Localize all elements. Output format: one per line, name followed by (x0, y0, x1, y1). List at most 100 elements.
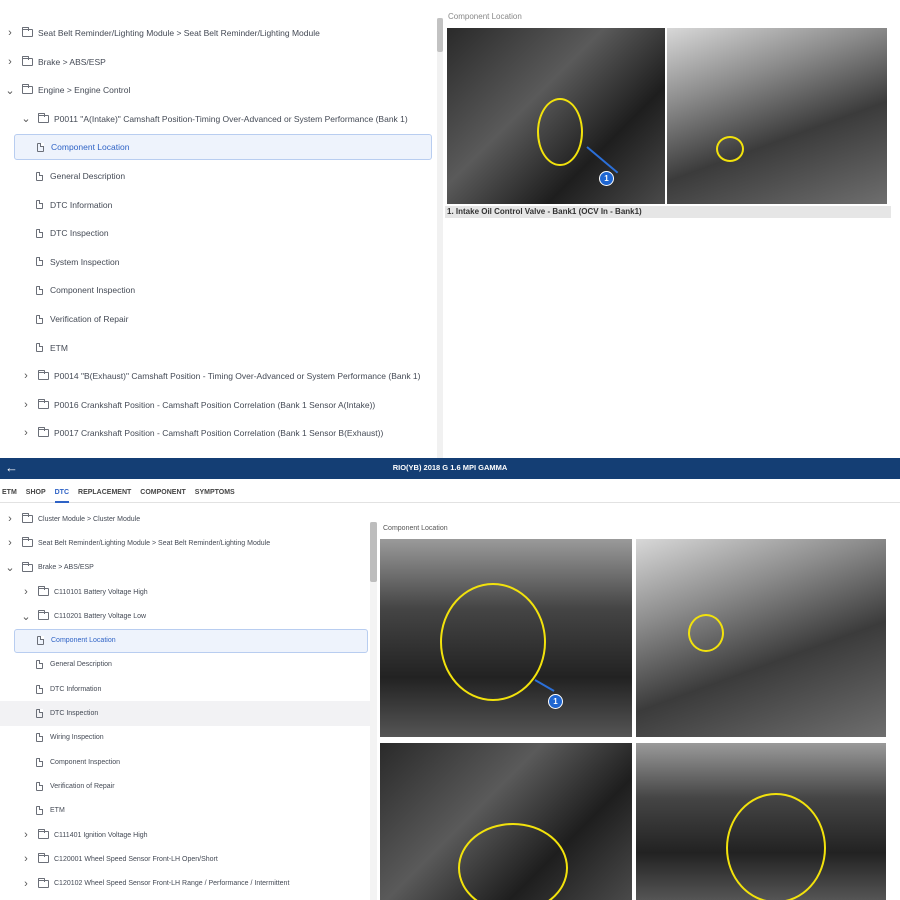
tree-folder-item[interactable]: › C110101 Battery Voltage High (0, 580, 372, 604)
chevron-right-icon[interactable]: › (4, 56, 16, 68)
chevron-right-icon[interactable]: › (20, 878, 32, 890)
tree-folder-item[interactable]: › C120001 Wheel Speed Sensor Front-LH Ope… (0, 847, 372, 871)
tree-folder-item[interactable]: › C111401 Ignition Voltage High (0, 823, 372, 847)
callout-arrow (586, 146, 619, 174)
document-icon (36, 660, 43, 670)
tab-bar: ETM SHOP DTC REPLACEMENT COMPONENT SYMPT… (0, 483, 900, 503)
tree-item-label: Brake > ABS/ESP (38, 564, 94, 572)
chevron-down-icon[interactable]: ⌄ (4, 561, 16, 574)
tree-doc-item[interactable]: Component Inspection (0, 750, 372, 774)
engine-photo-closeup: 1 (447, 28, 665, 204)
tree-item-label: Seat Belt Reminder/Lighting Module > Sea… (38, 28, 320, 38)
folder-icon (38, 853, 49, 864)
tree-doc-item[interactable]: General Description (0, 163, 436, 189)
chevron-right-icon[interactable]: › (20, 586, 32, 598)
folder-icon (38, 398, 49, 409)
document-icon (36, 709, 43, 719)
folder-icon (38, 829, 49, 840)
tree-item-label: DTC Inspection (50, 228, 109, 239)
document-icon (36, 285, 43, 295)
tree-item-label: Brake > ABS/ESP (38, 56, 106, 67)
tree-folder-item[interactable]: › C120102 Wheel Speed Sensor Front-LH Ran… (0, 872, 372, 896)
tree-doc-item[interactable]: Component Location (14, 134, 432, 161)
folder-icon (38, 427, 49, 438)
tree-doc-item[interactable]: Wiring Inspection (0, 726, 372, 750)
figure-caption: 1. Intake Oil Control Valve - Bank1 (OCV… (445, 206, 891, 218)
tree-doc-item[interactable]: Component Inspection (0, 277, 436, 303)
document-icon (36, 684, 43, 694)
tree-folder-item[interactable]: ⌄ C110201 Battery Voltage Low (0, 604, 372, 628)
tree-folder-item[interactable]: › P0017 Crankshaft Position - Camshaft Po… (0, 420, 436, 446)
tab-replacement[interactable]: REPLACEMENT (78, 483, 131, 503)
tree-folder-item[interactable]: ⌄ P0011 "A(Intake)" Camshaft Position-Tim… (0, 106, 436, 132)
tree-doc-item[interactable]: System Inspection (0, 249, 436, 275)
vehicle-title: RIO(YB) 2018 G 1.6 MPI GAMMA (392, 463, 508, 472)
tree-item-label: P0014 "B(Exhaust)" Camshaft Position - T… (54, 371, 421, 382)
tree-folder-item[interactable]: › P0016 Crankshaft Position - Camshaft Po… (0, 392, 436, 418)
folder-icon (22, 537, 33, 548)
tree-doc-item[interactable]: Verification of Repair (0, 774, 372, 798)
battery-photo (380, 743, 632, 900)
document-icon (36, 171, 43, 181)
scrollbar-thumb[interactable] (370, 522, 377, 582)
tree-doc-item[interactable]: ETM (0, 799, 372, 823)
chevron-down-icon[interactable]: ⌄ (20, 610, 32, 623)
chevron-right-icon[interactable]: › (20, 853, 32, 865)
chevron-right-icon[interactable]: › (20, 399, 32, 411)
chevron-right-icon[interactable]: › (4, 27, 16, 39)
highlight-circle (440, 583, 546, 701)
chevron-right-icon[interactable]: › (20, 370, 32, 382)
folder-icon (38, 370, 49, 381)
tree-item-label: Component Inspection (50, 758, 121, 766)
chevron-right-icon[interactable]: › (20, 427, 32, 439)
document-icon (36, 200, 43, 210)
chevron-right-icon[interactable]: › (4, 513, 16, 525)
callout-badge: 1 (599, 171, 614, 186)
folder-icon (22, 513, 33, 524)
tree-doc-item[interactable]: DTC Information (0, 677, 372, 701)
tree-folder-item[interactable]: › Brake > ABS/ESP (0, 49, 436, 75)
tree-item-label: Engine > Engine Control (38, 85, 131, 96)
tree-item-label: DTC Inspection (50, 710, 99, 718)
tree-folder-item[interactable]: › Cluster Module > Cluster Module (0, 507, 372, 531)
highlight-circle (688, 614, 724, 652)
tree-doc-item[interactable]: DTC Inspection (0, 220, 436, 246)
top-content-panel: Component Location 1 1. Intake Oil Contr… (445, 12, 900, 458)
chevron-right-icon[interactable]: › (4, 537, 16, 549)
folder-icon (22, 84, 33, 95)
tab-dtc[interactable]: DTC (54, 483, 70, 503)
tree-folder-item[interactable]: ⌄ Engine > Engine Control (0, 77, 436, 103)
document-icon (36, 343, 43, 353)
bottom-tree-scrollbar[interactable] (370, 522, 377, 900)
bottom-screenshot: ← RIO(YB) 2018 G 1.6 MPI GAMMA ETM SHOP … (0, 458, 900, 900)
tab-etm[interactable]: ETM (2, 483, 17, 503)
scrollbar-thumb[interactable] (437, 18, 443, 52)
tree-item-label: Component Location (51, 637, 116, 645)
folder-icon (22, 55, 33, 66)
tree-item-label: DTC Information (50, 199, 113, 210)
chevron-right-icon[interactable]: › (20, 829, 32, 841)
tree-folder-item[interactable]: › Seat Belt Reminder/Lighting Module > Se… (0, 20, 436, 46)
chevron-down-icon[interactable]: ⌄ (20, 112, 32, 125)
tab-component[interactable]: COMPONENT (140, 483, 186, 503)
tree-item-label: Verification of Repair (50, 314, 129, 324)
tree-doc-item[interactable]: Component Location (14, 628, 368, 653)
tree-doc-item[interactable]: DTC Information (0, 192, 436, 218)
tree-folder-item[interactable]: › P0014 "B(Exhaust)" Camshaft Position - … (0, 363, 436, 389)
top-tree-scrollbar[interactable] (437, 18, 443, 458)
tab-symptoms[interactable]: SYMPTOMS (195, 483, 235, 503)
tree-doc-item[interactable]: Verification of Repair (0, 306, 436, 332)
tree-folder-item[interactable]: ⌄ Brake > ABS/ESP (0, 556, 372, 580)
tree-doc-item[interactable]: General Description (0, 653, 372, 677)
chevron-down-icon[interactable]: ⌄ (4, 84, 16, 97)
document-icon (36, 228, 43, 238)
document-icon (36, 314, 43, 324)
folder-icon (38, 112, 49, 123)
tree-item-label: Cluster Module > Cluster Module (38, 515, 141, 523)
tree-doc-item[interactable]: ETM (0, 335, 436, 361)
tree-doc-item[interactable]: DTC Inspection (0, 701, 372, 726)
tree-item-label: C120001 Wheel Speed Sensor Front-LH Open… (54, 855, 218, 863)
tree-item-label: Verification of Repair (50, 782, 115, 790)
tree-folder-item[interactable]: › Seat Belt Reminder/Lighting Module > Se… (0, 531, 372, 555)
tab-shop[interactable]: SHOP (26, 483, 46, 503)
